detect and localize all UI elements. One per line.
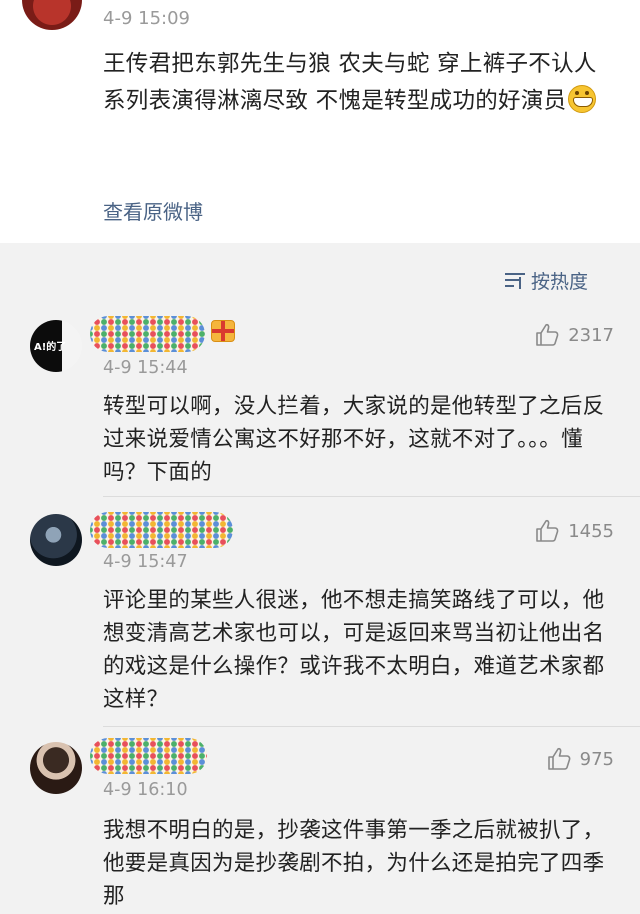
blurred-username[interactable] (90, 738, 207, 774)
gift-badge-icon (211, 320, 235, 342)
post-author-avatar[interactable] (22, 0, 82, 30)
commenter-avatar[interactable] (30, 742, 82, 794)
commenter-avatar[interactable]: A!的了 (30, 320, 82, 372)
comment-timestamp: 4-9 15:47 (103, 552, 188, 572)
view-original-link[interactable]: 查看原微博 (103, 196, 203, 225)
post-timestamp: 4-9 15:09 (103, 8, 190, 29)
comment-text: 转型可以啊，没人拦着，大家说的是他转型了之后反过来说爱情公寓这不好那不好，这就不… (103, 394, 605, 485)
blurred-username[interactable] (90, 316, 205, 352)
like-count: 1455 (568, 520, 614, 542)
original-post: 4-9 15:09 王传君把东郭先生与狼 农夫与蛇 穿上裤子不认人系列表演得淋漓… (0, 0, 640, 243)
like-count: 2317 (568, 324, 614, 346)
like-button[interactable]: 1455 (534, 516, 614, 546)
like-button[interactable]: 2317 (534, 320, 614, 350)
thumbs-up-icon (536, 323, 559, 346)
avatar-text: A!的了 (34, 342, 67, 353)
thumbs-up-icon (536, 519, 559, 542)
comment-timestamp: 4-9 15:44 (103, 358, 188, 378)
sort-by-hot-button[interactable]: 按热度 (505, 266, 588, 294)
like-button[interactable]: 975 (546, 744, 614, 774)
blurred-username[interactable] (90, 512, 233, 548)
post-text-content: 王传君把东郭先生与狼 农夫与蛇 穿上裤子不认人系列表演得淋漓尽致 不愧是转型成功… (103, 51, 597, 114)
sort-label: 按热度 (531, 270, 589, 293)
comment-text: 我想不明白的是，抄袭这件事第一季之后就被扒了，他要是真因为是抄袭剧不拍，为什么还… (103, 818, 605, 909)
comment-timestamp: 4-9 16:10 (103, 780, 188, 800)
post-text: 王传君把东郭先生与狼 农夫与蛇 穿上裤子不认人系列表演得淋漓尽致 不愧是转型成功… (103, 46, 618, 120)
comment-divider (103, 726, 640, 727)
grin-emoji-icon (568, 85, 597, 113)
thumbs-up-icon (547, 747, 571, 770)
commenter-avatar[interactable] (30, 514, 82, 566)
comment-divider (103, 496, 640, 497)
sort-icon (505, 271, 527, 289)
like-count: 975 (579, 748, 614, 770)
comment-text: 评论里的某些人很迷，他不想走搞笑路线了可以，他想变清高艺术家也可以，可是返回来骂… (103, 588, 605, 712)
